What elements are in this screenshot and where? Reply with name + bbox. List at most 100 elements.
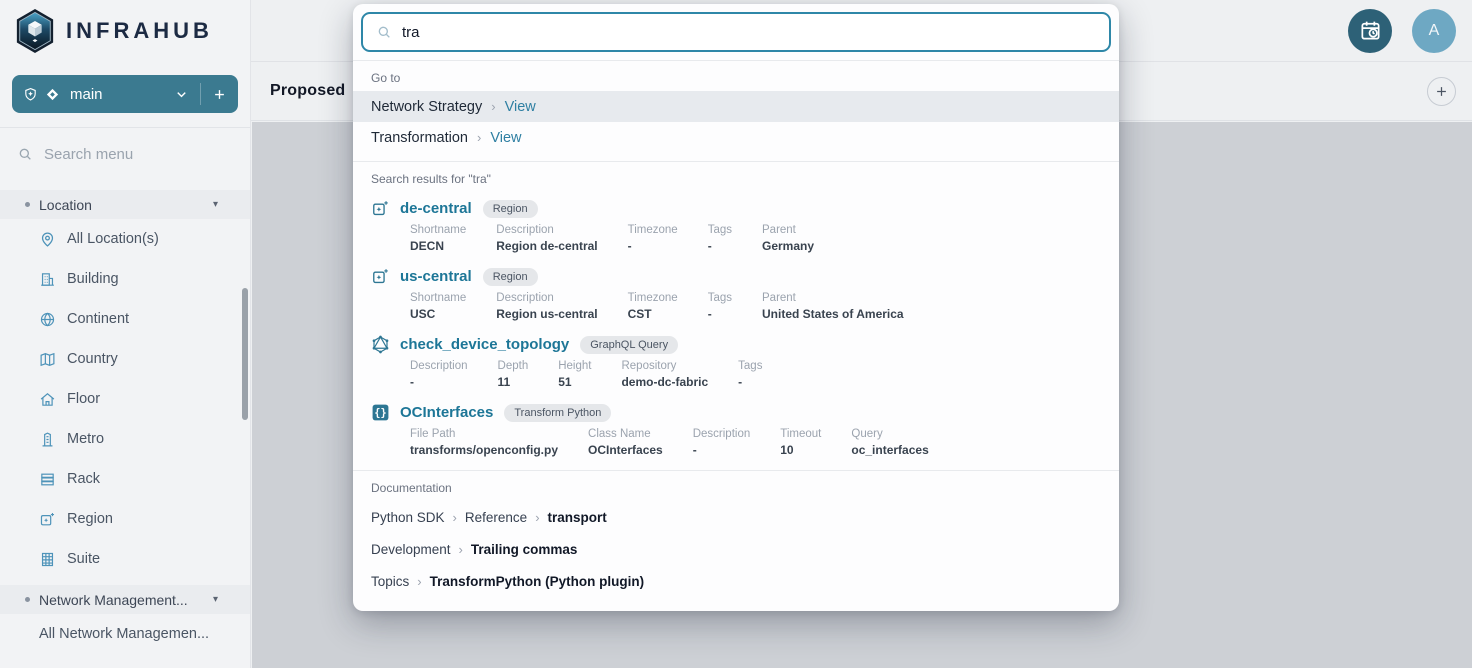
sidebar-item-continent[interactable]: Continent: [0, 299, 250, 339]
search-modal: Go to Network Strategy›ViewTransformatio…: [353, 4, 1119, 611]
sidebar-item-metro[interactable]: Metro: [0, 419, 250, 459]
goto-section-label: Go to: [353, 61, 1119, 91]
result-field-shortname: ShortnameUSC: [410, 292, 466, 321]
sidebar-scrollbar[interactable]: [242, 288, 248, 420]
sidebar-group-location[interactable]: Location▾: [0, 190, 250, 219]
doc-item-trailing-commas[interactable]: Development›Trailing commas: [353, 533, 1119, 565]
result-field-class-name: Class NameOCInterfaces: [588, 428, 663, 457]
result-header: {}OCInterfacesTransform Python: [371, 403, 1101, 422]
sidebar-item-all-location-s[interactable]: All Location(s): [0, 219, 250, 259]
user-avatar[interactable]: A: [1412, 9, 1456, 53]
field-label: Shortname: [410, 224, 466, 236]
sidebar-item-all-network-managemen[interactable]: All Network Managemen...: [0, 614, 250, 654]
add-button[interactable]: [1427, 77, 1456, 106]
sidebar-item-label: Region: [67, 511, 113, 527]
sidebar-search[interactable]: [0, 128, 250, 180]
field-label: Timeout: [780, 428, 821, 440]
modal-search-box[interactable]: [361, 12, 1111, 52]
graphql-icon: [371, 335, 390, 354]
chevron-down-icon[interactable]: [174, 87, 189, 102]
map-icon: [39, 351, 56, 368]
modal-search-input[interactable]: [402, 24, 1096, 41]
sidebar-item-label: Rack: [67, 471, 100, 487]
result-fields: Description-Depth11Height51Repositorydem…: [371, 360, 1101, 389]
sidebar-group-label: Network Management...: [39, 592, 188, 608]
field-label: Shortname: [410, 292, 466, 304]
search-result-check-device-topology[interactable]: check_device_topology GraphQL Query Descri…: [353, 328, 1119, 396]
time-travel-button[interactable]: [1348, 9, 1392, 53]
result-field-description: DescriptionRegion de-central: [496, 224, 597, 253]
field-label: Timezone: [628, 224, 678, 236]
search-result-us-central[interactable]: us-centralRegionShortnameUSCDescriptionR…: [353, 260, 1119, 328]
result-title-link[interactable]: check_device_topology: [400, 336, 569, 353]
field-value: transforms/openconfig.py: [410, 443, 558, 457]
field-label: Description: [496, 292, 597, 304]
result-field-description: DescriptionRegion us-central: [496, 292, 597, 321]
app-logo[interactable]: INFRAHUB: [0, 0, 250, 62]
field-value: -: [693, 443, 751, 457]
documentation-list: Python SDK›Reference›transportDevelopmen…: [353, 501, 1119, 597]
suite-icon: [39, 551, 56, 568]
goto-item-name: Transformation: [371, 130, 468, 146]
current-branch-label: main: [70, 86, 103, 103]
field-value: -: [628, 239, 678, 253]
view-link[interactable]: View: [505, 99, 536, 115]
result-title-link[interactable]: OCInterfaces: [400, 404, 493, 421]
sidebar-item-suite[interactable]: Suite: [0, 539, 250, 579]
doc-item-transformpython-python-plugin[interactable]: Topics›TransformPython (Python plugin): [353, 565, 1119, 597]
result-field-tags: Tags -: [708, 224, 732, 253]
result-fields: ShortnameUSC DescriptionRegion us-central…: [371, 292, 1101, 321]
search-icon: [376, 24, 392, 40]
field-value: United States of America: [762, 307, 904, 321]
goto-item-network-strategy[interactable]: Network Strategy›View: [353, 91, 1119, 122]
field-label: Parent: [762, 292, 904, 304]
svg-text:{}: {}: [374, 407, 386, 419]
doc-target: transport: [548, 510, 607, 525]
result-field-timezone: TimezoneCST: [628, 292, 678, 321]
sidebar-item-label: Suite: [67, 551, 100, 567]
doc-target: TransformPython (Python plugin): [430, 574, 645, 589]
page-title: Proposed: [270, 82, 345, 100]
sidebar-item-country[interactable]: Country: [0, 339, 250, 379]
result-field-query: Queryoc_interfaces: [851, 428, 928, 457]
doc-item-transport[interactable]: Python SDK›Reference›transport: [353, 501, 1119, 533]
result-kind-badge: GraphQL Query: [580, 336, 678, 354]
result-field-timeout: Timeout10: [780, 428, 821, 457]
field-label: Tags: [708, 292, 732, 304]
result-title-link[interactable]: de-central: [400, 200, 472, 217]
sidebar-search-input[interactable]: [44, 146, 233, 163]
bullet-icon: [25, 597, 30, 602]
sidebar-item-building[interactable]: Building: [0, 259, 250, 299]
sidebar-item-rack[interactable]: Rack: [0, 459, 250, 499]
doc-path-segment: Reference: [465, 510, 527, 525]
field-label: Height: [558, 360, 591, 372]
create-branch-button[interactable]: [212, 87, 227, 102]
sidebar-item-label: All Location(s): [67, 231, 159, 247]
result-field-tags: Tags -: [708, 292, 732, 321]
sidebar-item-region[interactable]: Region: [0, 499, 250, 539]
field-value: Region de-central: [496, 239, 597, 253]
view-link[interactable]: View: [490, 130, 521, 146]
sidebar-item-label: Floor: [67, 391, 100, 407]
result-field-description: Description-: [410, 360, 468, 389]
branch-selector-button[interactable]: main: [12, 75, 238, 113]
goto-item-transformation[interactable]: Transformation›View: [353, 122, 1119, 153]
field-value: -: [708, 239, 732, 253]
result-field-repository: Repositorydemo-dc-fabric: [621, 360, 708, 389]
field-value: -: [708, 307, 732, 321]
avatar-initial: A: [1429, 22, 1440, 40]
result-field-parent: ParentGermany: [762, 224, 814, 253]
metro-icon: [39, 431, 56, 448]
chevron-right-icon: ›: [535, 510, 539, 525]
sidebar-item-floor[interactable]: Floor: [0, 379, 250, 419]
result-header: de-centralRegion: [371, 199, 1101, 218]
search-result-ocinterfaces[interactable]: {}OCInterfacesTransform PythonFile Patht…: [353, 396, 1119, 464]
field-label: Tags: [708, 224, 732, 236]
sidebar-group-network-management[interactable]: Network Management...▾: [0, 585, 250, 614]
region-icon: [371, 267, 390, 286]
field-label: File Path: [410, 428, 558, 440]
location-pin-icon: [39, 231, 56, 248]
sidebar-item-label: Continent: [67, 311, 129, 327]
result-title-link[interactable]: us-central: [400, 268, 472, 285]
search-result-de-central[interactable]: de-centralRegionShortnameDECNDescription…: [353, 192, 1119, 260]
